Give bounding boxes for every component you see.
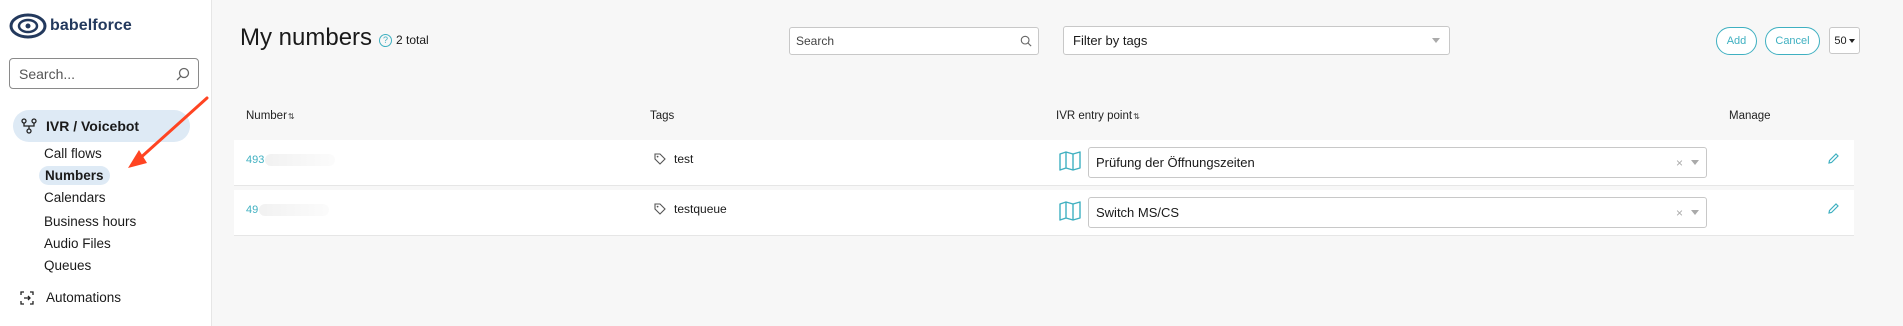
sort-icon: ⇅ [1133, 111, 1140, 121]
automations-icon [20, 290, 34, 305]
tag-chip: testqueue [654, 202, 727, 216]
clear-icon[interactable]: × [1676, 156, 1683, 170]
tag-filter-select[interactable]: Filter by tags [1063, 26, 1450, 55]
number-link[interactable]: 493 [246, 154, 336, 166]
column-header-tags-label: Tags [650, 110, 675, 122]
cancel-button[interactable]: Cancel [1765, 27, 1820, 55]
chevron-down-icon [1432, 38, 1440, 43]
tag-label: test [674, 152, 694, 166]
sidebar-item-audio-files[interactable]: Audio Files [44, 236, 111, 251]
clear-icon[interactable]: × [1676, 206, 1683, 220]
ivr-entry-select[interactable]: Switch MS/CS × [1088, 197, 1707, 228]
edit-icon[interactable] [1827, 202, 1840, 215]
add-button[interactable]: Add [1716, 27, 1757, 55]
redacted-digits [265, 154, 336, 166]
annotation-arrow [128, 96, 209, 168]
page-title: My numbers [240, 24, 373, 51]
help-icon[interactable]: ? [379, 33, 392, 47]
sort-icon: ⇅ [287, 111, 295, 121]
tag-label: testqueue [674, 202, 727, 216]
map-icon [1059, 151, 1081, 171]
column-header-ivr[interactable]: IVR entry point ⇅ [1056, 110, 1140, 122]
number-link[interactable]: 49 [246, 204, 330, 216]
ivr-entry-value: Prüfung der Öffnungszeiten [1096, 155, 1255, 170]
table-row: 49 testqueue Switch MS/CS × [234, 190, 1854, 236]
column-header-tags: Tags [650, 110, 674, 122]
tag-icon [654, 153, 666, 165]
table-row: 493 test Prüfung der Öffnungszeiten × [234, 140, 1854, 186]
number-search [789, 27, 1039, 55]
sidebar-item-queues[interactable]: Queues [44, 258, 91, 273]
ivr-entry-select[interactable]: Prüfung der Öffnungszeiten × [1088, 147, 1707, 178]
total-count: ? 2 total [379, 33, 429, 47]
tag-chip: test [654, 152, 693, 166]
tag-filter-label: Filter by tags [1073, 33, 1148, 48]
chevron-down-icon [1848, 38, 1855, 43]
chevron-down-icon [1691, 160, 1699, 165]
per-page-select[interactable]: 50 [1829, 27, 1860, 54]
number-value: 493 [246, 154, 265, 166]
column-header-number[interactable]: Number ⇅ [246, 110, 295, 122]
sidebar-item-business-hours[interactable]: Business hours [44, 214, 136, 229]
column-header-manage-label: Manage [1729, 110, 1771, 122]
column-header-number-label: Number [246, 110, 287, 122]
map-icon [1059, 201, 1081, 221]
redacted-digits [259, 204, 330, 216]
number-value: 49 [246, 204, 259, 216]
search-icon[interactable] [1020, 35, 1032, 47]
per-page-value: 50 [1834, 34, 1847, 47]
tag-icon [654, 203, 666, 215]
total-count-label: 2 total [396, 33, 429, 47]
number-search-input[interactable] [796, 34, 1006, 48]
column-header-manage: Manage [1729, 110, 1771, 122]
nav-automations[interactable]: Automations [20, 290, 121, 305]
nav-automations-label: Automations [46, 290, 122, 305]
column-header-ivr-label: IVR entry point [1056, 110, 1133, 122]
chevron-down-icon [1691, 210, 1699, 215]
edit-icon[interactable] [1827, 152, 1840, 165]
ivr-entry-value: Switch MS/CS [1096, 205, 1180, 220]
